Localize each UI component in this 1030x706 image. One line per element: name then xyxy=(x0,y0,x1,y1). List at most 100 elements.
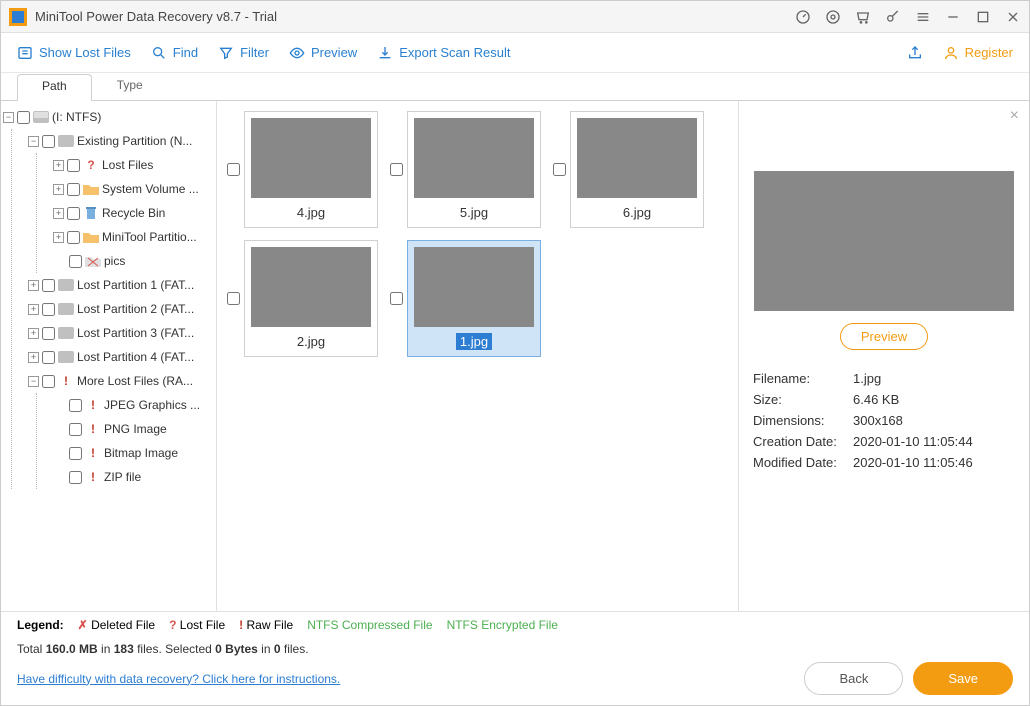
tree-zip[interactable]: !ZIP file xyxy=(53,465,214,489)
tree-jpeg[interactable]: !JPEG Graphics ... xyxy=(53,393,214,417)
preview-open-button[interactable]: Preview xyxy=(840,323,928,350)
tree-lost-files[interactable]: +?Lost Files xyxy=(53,153,214,177)
tree-checkbox[interactable] xyxy=(67,231,80,244)
thumbnail-item[interactable]: 1.jpg xyxy=(390,240,541,357)
tree-label: Bitmap Image xyxy=(104,446,178,460)
speed-icon[interactable] xyxy=(795,9,811,25)
thumbnail-checkbox[interactable] xyxy=(227,163,240,176)
thumbnail-checkbox[interactable] xyxy=(390,292,403,305)
find-button[interactable]: Find xyxy=(151,45,198,61)
legend-lost: ? Lost File xyxy=(169,618,225,632)
export-button[interactable]: Export Scan Result xyxy=(377,45,510,61)
register-button[interactable]: Register xyxy=(943,45,1013,61)
thumbnail-filename: 5.jpg xyxy=(456,204,492,221)
menu-icon[interactable] xyxy=(915,9,931,25)
drive-icon xyxy=(58,325,74,341)
thumbnail-item[interactable]: 2.jpg xyxy=(227,240,378,357)
tab-path[interactable]: Path xyxy=(17,74,92,101)
help-link[interactable]: Have difficulty with data recovery? Clic… xyxy=(17,672,340,686)
question-icon: ? xyxy=(83,157,99,173)
expand-icon[interactable]: + xyxy=(28,328,39,339)
tree-lost-partition-4[interactable]: +Lost Partition 4 (FAT... xyxy=(28,345,214,369)
preview-button-toolbar[interactable]: Preview xyxy=(289,45,357,61)
tree-checkbox[interactable] xyxy=(67,207,80,220)
tree-checkbox[interactable] xyxy=(42,375,55,388)
close-preview-icon[interactable]: × xyxy=(1010,107,1019,125)
thumbnail-image xyxy=(414,247,534,327)
tree-checkbox[interactable] xyxy=(42,279,55,292)
drive-icon xyxy=(33,109,49,125)
tree-pics[interactable]: pics xyxy=(53,249,214,273)
folder-icon xyxy=(83,181,99,197)
close-button[interactable] xyxy=(1005,9,1021,25)
tree-checkbox[interactable] xyxy=(69,399,82,412)
tree-label: Lost Partition 2 (FAT... xyxy=(77,302,194,316)
maximize-button[interactable] xyxy=(975,9,991,25)
dimensions-label: Dimensions: xyxy=(753,410,853,431)
thumbnail-checkbox[interactable] xyxy=(553,163,566,176)
modified-label: Modified Date: xyxy=(753,452,853,473)
raw-icon: ! xyxy=(85,469,101,485)
expand-icon[interactable]: + xyxy=(28,304,39,315)
tree-png[interactable]: !PNG Image xyxy=(53,417,214,441)
tree-label: Recycle Bin xyxy=(102,206,165,220)
tree-checkbox[interactable] xyxy=(42,135,55,148)
back-button[interactable]: Back xyxy=(804,662,903,695)
collapse-icon[interactable]: − xyxy=(28,136,39,147)
tree-checkbox[interactable] xyxy=(69,423,82,436)
support-icon[interactable] xyxy=(825,9,841,25)
expand-icon[interactable]: + xyxy=(53,184,64,195)
tree-checkbox[interactable] xyxy=(69,471,82,484)
tree-label: JPEG Graphics ... xyxy=(104,398,200,412)
tree-lost-partition-3[interactable]: +Lost Partition 3 (FAT... xyxy=(28,321,214,345)
drive-icon xyxy=(58,301,74,317)
tree-checkbox[interactable] xyxy=(42,351,55,364)
show-lost-files-button[interactable]: Show Lost Files xyxy=(17,45,131,61)
tree-more-lost-files[interactable]: −!More Lost Files (RA... xyxy=(28,369,214,393)
tree-lost-partition-1[interactable]: +Lost Partition 1 (FAT... xyxy=(28,273,214,297)
register-label: Register xyxy=(965,45,1013,60)
tree-checkbox[interactable] xyxy=(67,183,80,196)
thumbnail-filename: 4.jpg xyxy=(293,204,329,221)
tree-system-volume[interactable]: + System Volume ... xyxy=(53,177,214,201)
tree-label: System Volume ... xyxy=(102,182,199,196)
legend-ntfs-compressed: NTFS Compressed File xyxy=(307,618,432,632)
filter-label: Filter xyxy=(240,45,269,60)
expand-icon[interactable]: + xyxy=(53,160,64,171)
tree-checkbox[interactable] xyxy=(42,303,55,316)
tree-lost-partition-2[interactable]: + Lost Partition 2 (FAT... xyxy=(28,297,214,321)
expand-icon[interactable]: + xyxy=(28,280,39,291)
thumbnail-item[interactable]: 5.jpg xyxy=(390,111,541,228)
tree-root[interactable]: − (I: NTFS) xyxy=(3,105,214,129)
tree-recycle-bin[interactable]: + Recycle Bin xyxy=(53,201,214,225)
expand-icon[interactable]: + xyxy=(53,208,64,219)
save-button[interactable]: Save xyxy=(913,662,1013,695)
tab-type[interactable]: Type xyxy=(92,73,168,100)
tree-bitmap[interactable]: !Bitmap Image xyxy=(53,441,214,465)
thumbnail-item[interactable]: 4.jpg xyxy=(227,111,378,228)
collapse-icon[interactable]: − xyxy=(3,112,14,123)
expand-icon[interactable]: + xyxy=(28,352,39,363)
modified-value: 2020-01-10 11:05:46 xyxy=(853,452,1015,473)
legend-label: Legend: xyxy=(17,618,64,632)
share-button[interactable] xyxy=(907,45,923,61)
key-icon[interactable] xyxy=(885,9,901,25)
tree-checkbox[interactable] xyxy=(42,327,55,340)
thumbnail-filename: 1.jpg xyxy=(456,333,492,350)
tree-minitool-partition[interactable]: +MiniTool Partitio... xyxy=(53,225,214,249)
tree-checkbox[interactable] xyxy=(17,111,30,124)
expand-icon[interactable]: + xyxy=(53,232,64,243)
filter-button[interactable]: Filter xyxy=(218,45,269,61)
thumbnail-checkbox[interactable] xyxy=(227,292,240,305)
thumbnail-item[interactable]: 6.jpg xyxy=(553,111,704,228)
legend-raw: ! Raw File xyxy=(239,618,293,632)
tree-checkbox[interactable] xyxy=(67,159,80,172)
minimize-button[interactable] xyxy=(945,9,961,25)
collapse-icon[interactable]: − xyxy=(28,376,39,387)
cart-icon[interactable] xyxy=(855,9,871,25)
thumbnail-checkbox[interactable] xyxy=(390,163,403,176)
tree-checkbox[interactable] xyxy=(69,447,82,460)
bottom-bar: Have difficulty with data recovery? Clic… xyxy=(1,658,1029,705)
tree-existing-partition[interactable]: − Existing Partition (N... xyxy=(28,129,214,153)
tree-checkbox[interactable] xyxy=(69,255,82,268)
